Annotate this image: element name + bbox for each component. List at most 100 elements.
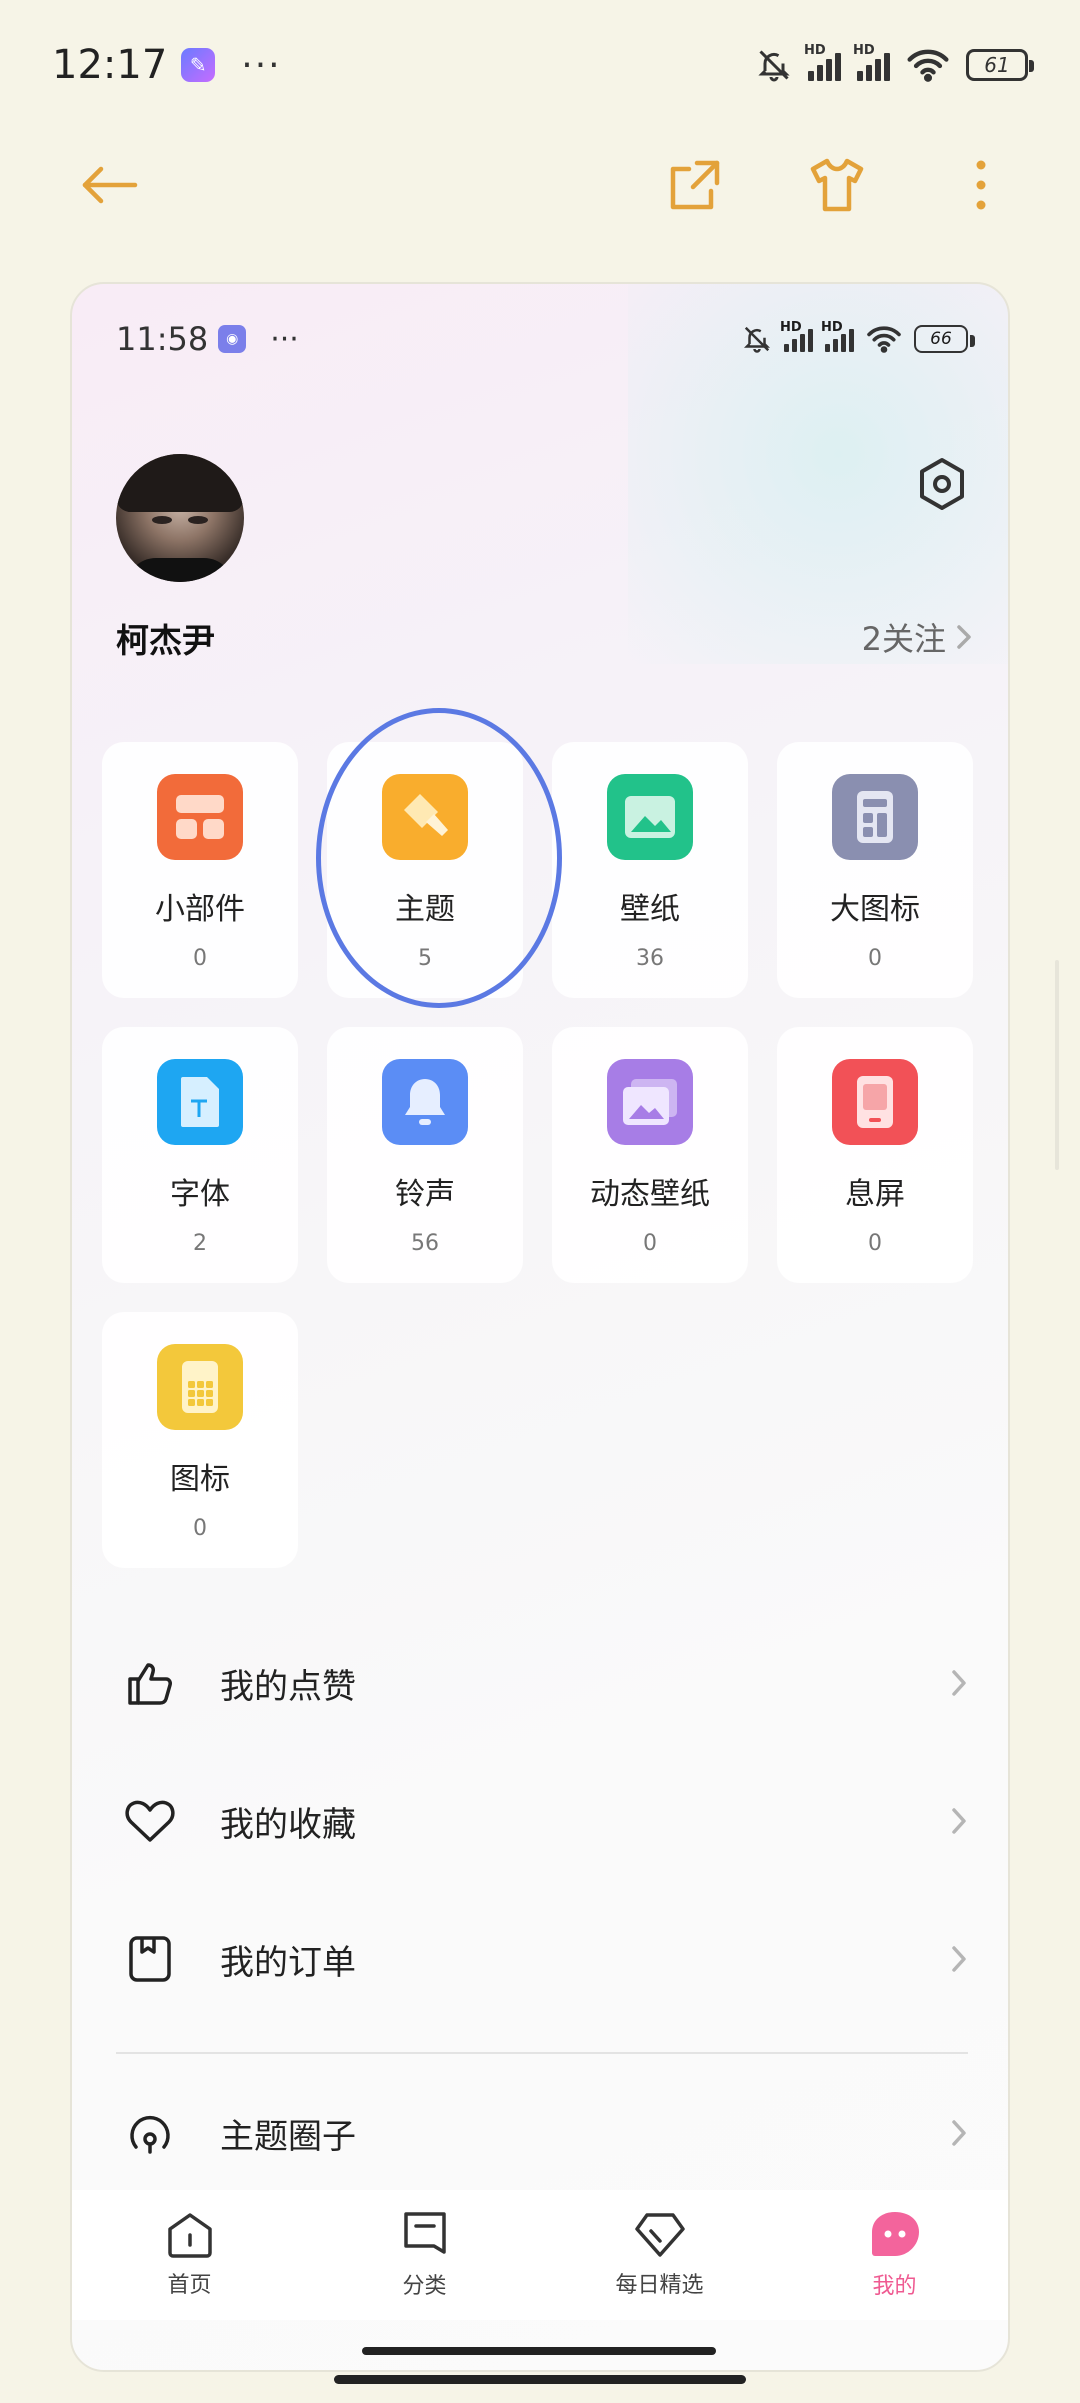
- inner-cellular-signal-icon: HD: [780, 320, 813, 352]
- tile-count: 56: [411, 1231, 439, 1256]
- status-time: 12:17: [52, 42, 168, 88]
- app-notification-icon: ✎: [181, 48, 216, 82]
- settings-button[interactable]: [912, 454, 972, 514]
- inner-app-notification-icon: ◉: [218, 325, 247, 353]
- tile-label: 字体: [170, 1177, 230, 1212]
- menu-label: 我的收藏: [220, 1804, 356, 1845]
- profile-menu: 我的点赞 我的收藏 我的订单 主题圈子: [72, 1614, 1008, 2188]
- tile-wallpapers[interactable]: 壁纸 36: [552, 742, 748, 998]
- back-arrow-icon: [82, 166, 138, 204]
- menu-item-orders[interactable]: 我的订单: [72, 1890, 1008, 2028]
- bottom-navigation: 首页 分类 每日精选 我的: [72, 2190, 1008, 2320]
- tile-label: 大图标: [830, 892, 920, 927]
- tile-label: 铃声: [395, 1177, 455, 1212]
- settings-hexagon-icon: [920, 458, 964, 510]
- tile-count: 0: [868, 1231, 882, 1256]
- tile-count: 0: [193, 1516, 207, 1541]
- bell-icon: [382, 1059, 468, 1145]
- menu-item-theme-community[interactable]: 主题圈子: [72, 2078, 1008, 2188]
- inner-cellular-signal-2-icon: HD: [821, 320, 854, 352]
- menu-label: 主题圈子: [220, 2116, 356, 2157]
- inner-status-indicators: HD HD 66: [742, 320, 975, 354]
- tshirt-icon: [810, 158, 864, 212]
- status-indicators: HD HD 61: [756, 43, 1034, 83]
- inner-status-time: 11:58: [116, 320, 209, 358]
- menu-item-likes[interactable]: 我的点赞: [72, 1614, 1008, 1752]
- chevron-right-icon: [957, 625, 971, 649]
- nav-label: 分类: [402, 2274, 447, 2299]
- nav-label: 首页: [167, 2273, 212, 2298]
- menu-label: 我的订单: [220, 1942, 356, 1983]
- order-icon: [124, 1933, 176, 1985]
- menu-item-favorites[interactable]: 我的收藏: [72, 1752, 1008, 1890]
- inner-wifi-icon: [867, 326, 901, 353]
- screenshot-preview-card: 11:58 ◉ ··· HD HD 66 柯杰尹 2关注 小部件 0 主题 5 …: [70, 282, 1010, 2372]
- battery-icon: 61: [966, 49, 1034, 81]
- wifi-icon: [907, 49, 949, 82]
- tile-label: 息屏: [845, 1177, 905, 1212]
- tile-always-on-display[interactable]: 息屏 0: [777, 1027, 973, 1283]
- tile-widgets[interactable]: 小部件 0: [102, 742, 298, 998]
- profile-icon: [871, 2212, 919, 2256]
- thumbs-up-icon: [124, 1657, 176, 1709]
- tile-label: 图标: [170, 1462, 230, 1497]
- username: 柯杰尹: [116, 621, 215, 660]
- tile-fonts[interactable]: 字体 2: [102, 1027, 298, 1283]
- inner-home-indicator: [362, 2347, 716, 2355]
- chevron-right-icon: [952, 1808, 966, 1834]
- inner-mute-bell-icon: [743, 326, 771, 353]
- nav-daily-picks[interactable]: 每日精选: [542, 2190, 777, 2320]
- nav-mine[interactable]: 我的: [777, 2190, 1008, 2320]
- tile-live-wallpapers[interactable]: 动态壁纸 0: [552, 1027, 748, 1283]
- tile-label: 动态壁纸: [590, 1177, 710, 1212]
- community-icon: [124, 2107, 176, 2159]
- theme-store-button[interactable]: [802, 150, 872, 220]
- inner-battery-icon: 66: [914, 325, 975, 353]
- scrollbar[interactable]: [1055, 960, 1059, 1170]
- more-notifications-icon: ···: [241, 44, 282, 86]
- inner-more-notifications-icon: ···: [270, 321, 299, 357]
- widget-icon: [157, 774, 243, 860]
- inner-status-bar: 11:58 ◉ ··· HD HD 66: [72, 284, 1008, 394]
- home-icon: [167, 2213, 212, 2258]
- tile-label: 小部件: [155, 892, 245, 927]
- diamond-icon: [634, 2213, 685, 2257]
- live-wallpaper-icon: [607, 1059, 693, 1145]
- chevron-right-icon: [952, 2120, 966, 2146]
- chevron-right-icon: [952, 1946, 966, 1972]
- nav-home[interactable]: 首页: [72, 2190, 307, 2320]
- top-app-bar: [0, 130, 1080, 230]
- large-icon-icon: [832, 774, 918, 860]
- menu-label: 我的点赞: [220, 1666, 356, 1707]
- menu-divider: [116, 2052, 968, 2054]
- tile-large-icons[interactable]: 大图标 0: [777, 742, 973, 998]
- tile-count: 0: [868, 946, 882, 971]
- wallpaper-icon: [607, 774, 693, 860]
- tile-ringtones[interactable]: 铃声 56: [327, 1027, 523, 1283]
- following-count: 2关注: [861, 620, 946, 658]
- following-link[interactable]: 2关注: [862, 614, 972, 660]
- tile-label: 壁纸: [620, 892, 680, 927]
- nav-label: 我的: [872, 2274, 917, 2299]
- avatar[interactable]: [116, 454, 244, 582]
- mute-bell-icon: [758, 50, 790, 82]
- nav-category[interactable]: 分类: [307, 2190, 542, 2320]
- share-button[interactable]: [660, 150, 730, 220]
- tile-count: 0: [193, 946, 207, 971]
- highlight-annotation-ring: [316, 708, 562, 1008]
- tile-icons[interactable]: 图标 0: [102, 1312, 298, 1568]
- more-options-button[interactable]: [946, 150, 1016, 220]
- more-vertical-icon: [976, 160, 986, 210]
- share-icon: [670, 160, 720, 210]
- tile-count: 0: [643, 1231, 657, 1256]
- font-icon: [157, 1059, 243, 1145]
- back-button[interactable]: [74, 150, 144, 220]
- category-icon: [403, 2212, 446, 2254]
- tile-count: 2: [193, 1231, 207, 1256]
- home-indicator[interactable]: [334, 2375, 746, 2384]
- cellular-signal-2-icon: HD: [853, 43, 890, 81]
- chevron-right-icon: [952, 1670, 966, 1696]
- heart-icon: [124, 1795, 176, 1847]
- status-bar: 12:17 ✎ ··· HD HD 61: [0, 0, 1080, 130]
- tile-count: 36: [636, 946, 664, 971]
